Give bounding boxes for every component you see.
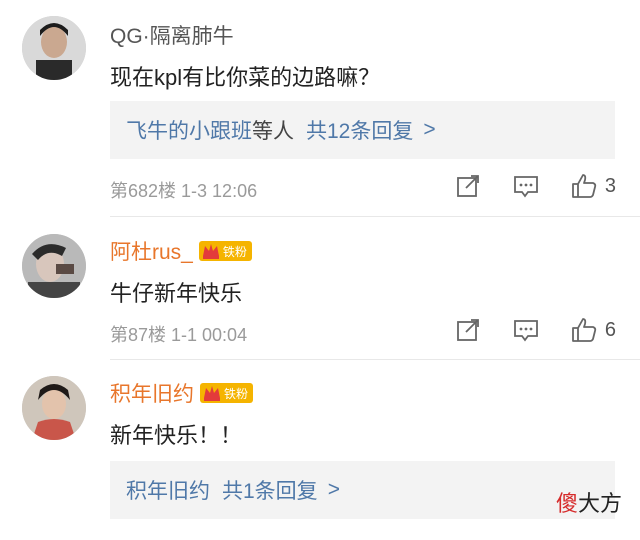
comment-meta: 第87楼 1-1 00:04	[110, 325, 248, 345]
comment-item: 积年旧约 铁粉 新年快乐！！ 积年旧约 共1条回复 >	[0, 360, 640, 540]
share-icon[interactable]	[455, 317, 481, 343]
reply-summary[interactable]: 积年旧约 共1条回复 >	[110, 461, 615, 519]
like-count: 6	[604, 318, 616, 341]
watermark: 傻大方	[556, 486, 622, 518]
fan-badge: 铁粉	[198, 241, 252, 261]
badge-label: 铁粉	[224, 386, 249, 401]
reply-summary[interactable]: 飞牛的小跟班 等人 共12条回复 >	[110, 101, 615, 159]
comment-meta: 第682楼 1-3 12:06	[110, 181, 258, 201]
reply-count[interactable]: 共1条回复	[222, 475, 318, 505]
comment-actions: 3	[423, 173, 616, 199]
like-icon[interactable]	[571, 317, 597, 343]
reply-connector: 等人	[252, 120, 294, 143]
share-icon[interactable]	[455, 173, 481, 199]
username[interactable]: 积年旧约 铁粉	[110, 378, 254, 408]
badge-label: 铁粉	[222, 244, 247, 259]
divider	[110, 216, 640, 217]
like-icon[interactable]	[571, 173, 597, 199]
username-text[interactable]: 积年旧约	[110, 378, 194, 408]
crown-icon	[204, 386, 220, 401]
username[interactable]: QG·隔离肺牛	[110, 20, 234, 50]
reply-count[interactable]: 共12条回复	[306, 115, 413, 145]
username[interactable]: 阿杜rus_ 铁粉	[110, 236, 252, 266]
crown-icon	[202, 244, 219, 259]
username-text[interactable]: QG·隔离肺牛	[110, 20, 234, 50]
fan-badge: 铁粉	[200, 383, 254, 403]
comment-icon[interactable]	[513, 173, 539, 199]
comment-text: 现在kpl有比你菜的边路嘛？	[110, 65, 381, 90]
chevron-right-icon[interactable]: >	[423, 118, 435, 142]
comment-text: 新年快乐！！	[110, 423, 243, 448]
username-text[interactable]: 阿杜rus_	[110, 236, 193, 266]
avatar[interactable]	[22, 234, 86, 298]
avatar[interactable]	[22, 376, 86, 440]
like-count: 3	[604, 174, 616, 197]
comment-item: QG·隔离肺牛 现在kpl有比你菜的边路嘛？ 飞牛的小跟班 等人 共12条回复 …	[0, 0, 640, 220]
comment-item: 阿杜rus_ 铁粉 牛仔新年快乐 第87楼 1-1 00:04 6	[0, 220, 640, 360]
watermark-part1: 傻	[555, 491, 578, 516]
avatar[interactable]	[22, 16, 86, 80]
watermark-part2: 大方	[577, 491, 622, 516]
chevron-right-icon[interactable]: >	[328, 478, 340, 502]
reply-names[interactable]: 飞牛的小跟班	[126, 115, 252, 145]
comment-icon[interactable]	[513, 317, 539, 343]
comment-text: 牛仔新年快乐	[110, 281, 243, 306]
reply-names[interactable]: 积年旧约	[126, 475, 210, 505]
comment-actions: 6	[423, 317, 616, 343]
